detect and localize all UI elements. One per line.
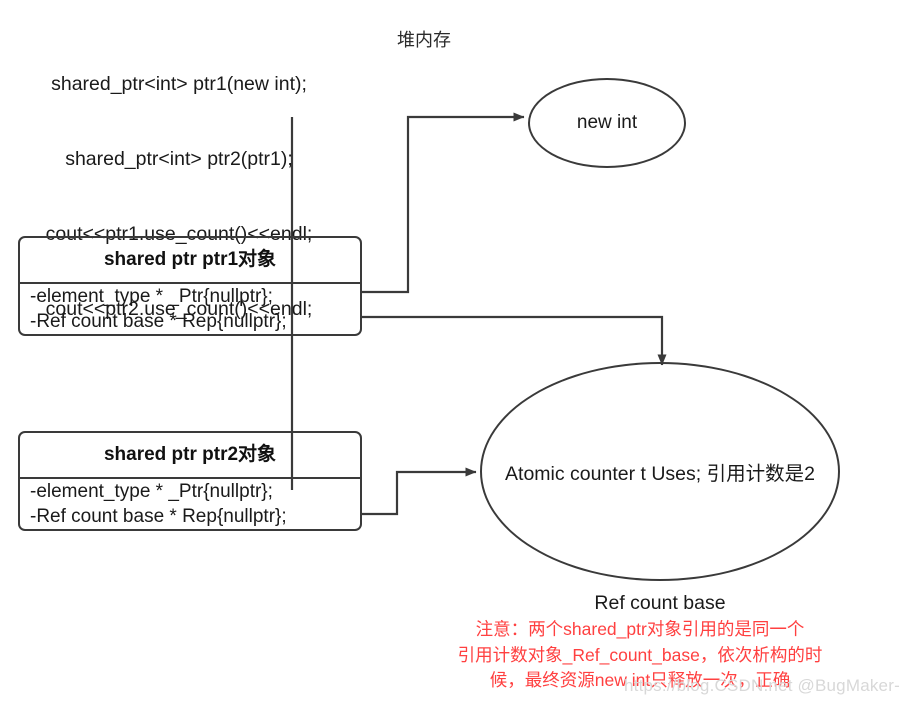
box-divider bbox=[20, 477, 360, 479]
shared-ptr-ptr2-box: shared ptr ptr2对象 -element_type * _Ptr{n… bbox=[18, 431, 362, 531]
watermark: https://blog.CSDN.net @BugMaker-shen bbox=[624, 676, 900, 695]
field-ref-count-base-rep: -Ref count base * Rep{nullptr}; bbox=[30, 506, 287, 527]
box-title: shared ptr ptr1对象 bbox=[103, 249, 277, 270]
new-int-node: new int bbox=[528, 78, 686, 168]
connector-ptr1-rep-to-refcount bbox=[362, 315, 667, 366]
note-line: 引用计数对象_Ref_count_base，依次析构的时 bbox=[457, 644, 823, 665]
box-title: shared ptr ptr2对象 bbox=[103, 444, 277, 465]
box-divider bbox=[20, 282, 360, 284]
code-line: shared_ptr<int> ptr1(new int); bbox=[51, 73, 307, 95]
field-element-type-ptr: -element_type * _Ptr{nullptr}; bbox=[30, 481, 273, 502]
connector-ptr1-ptr-to-newint bbox=[362, 112, 525, 294]
ref-count-base-caption: Ref count base bbox=[594, 592, 726, 614]
ref-count-base-node: Atomic counter t Uses; 引用计数是2 bbox=[480, 362, 840, 581]
diagram-canvas: shared_ptr<int> ptr1(new int); shared_pt… bbox=[0, 0, 900, 704]
heap-memory-label: 堆内存 bbox=[397, 30, 451, 50]
code-line: shared_ptr<int> ptr2(ptr1); bbox=[65, 148, 293, 170]
new-int-label: new int bbox=[576, 112, 638, 133]
field-element-type-ptr: -element_type * _Ptr{nullptr}; bbox=[30, 286, 273, 307]
field-ref-count-base-rep: -Ref count base * Rep{nullptr}; bbox=[30, 311, 287, 332]
connector-ptr2-rep-to-refcount bbox=[362, 467, 477, 516]
ref-count-label: Atomic counter t Uses; 引用计数是2 bbox=[505, 463, 815, 485]
shared-ptr-ptr1-box: shared ptr ptr1对象 -element_type * _Ptr{n… bbox=[18, 236, 362, 336]
note-line: 注意：两个shared_ptr对象引用的是同一个 bbox=[475, 619, 805, 639]
